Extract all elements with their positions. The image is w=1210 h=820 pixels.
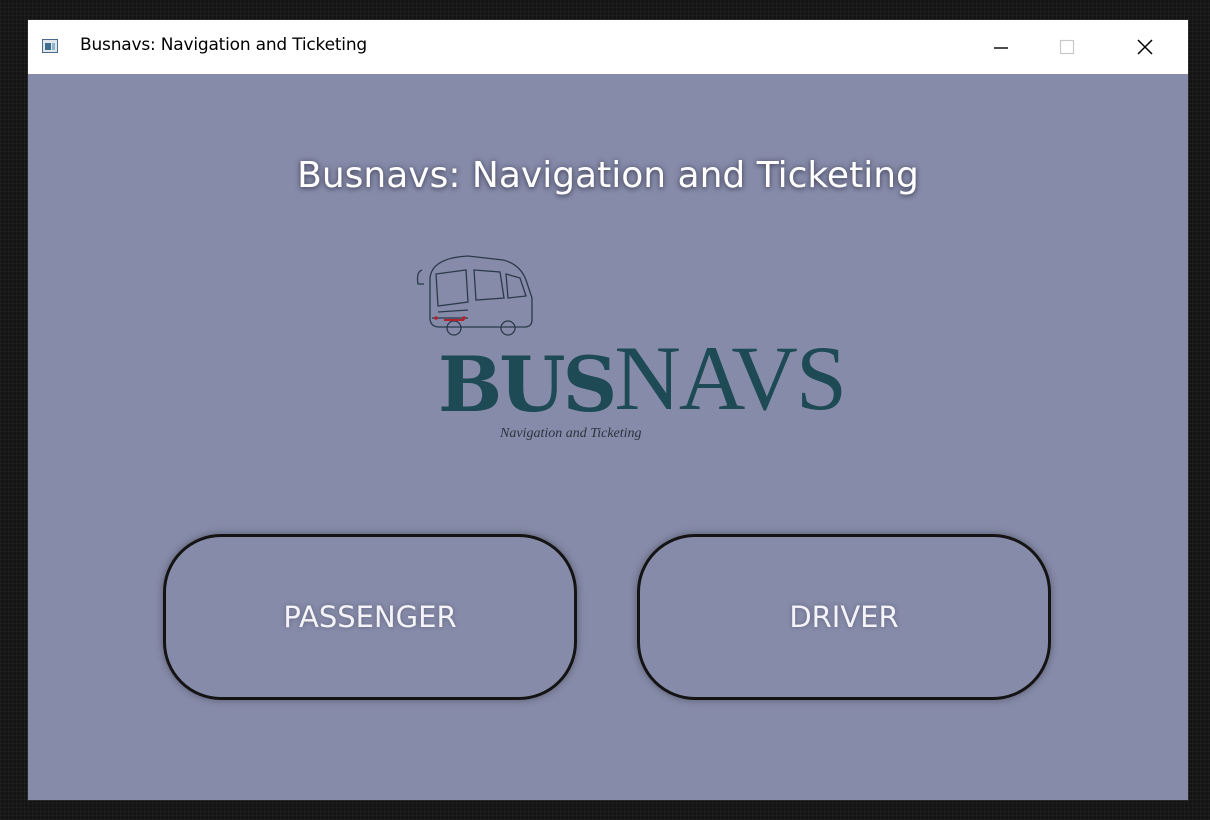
logo-word-bus: BUS bbox=[438, 340, 617, 429]
title-bar[interactable]: Busnavs: Navigation and Ticketing bbox=[28, 20, 1188, 74]
minimize-icon bbox=[994, 47, 1008, 49]
passenger-button[interactable]: PASSENGER bbox=[163, 534, 577, 700]
page-title: Busnavs: Navigation and Ticketing bbox=[297, 155, 919, 196]
maximize-button[interactable] bbox=[1042, 20, 1092, 74]
driver-button-label: DRIVER bbox=[789, 600, 899, 634]
busnavs-logo: BUSNAVS Navigation and Ticketing bbox=[408, 250, 847, 441]
close-button[interactable] bbox=[1120, 20, 1170, 74]
window-title: Busnavs: Navigation and Ticketing bbox=[80, 35, 367, 55]
driver-button[interactable]: DRIVER bbox=[637, 534, 1051, 700]
logo-tagline: Navigation and Ticketing bbox=[500, 426, 642, 441]
app-window: Busnavs: Navigation and Ticketing Busnav… bbox=[28, 20, 1188, 800]
logo-word-navs: NAVS bbox=[614, 327, 847, 429]
minimize-button[interactable] bbox=[976, 20, 1026, 74]
close-icon bbox=[1137, 39, 1153, 55]
maximize-icon bbox=[1059, 39, 1075, 55]
passenger-button-label: PASSENGER bbox=[283, 600, 457, 634]
app-window-icon bbox=[42, 39, 58, 53]
logo-wordmark: BUSNAVS bbox=[438, 332, 847, 429]
